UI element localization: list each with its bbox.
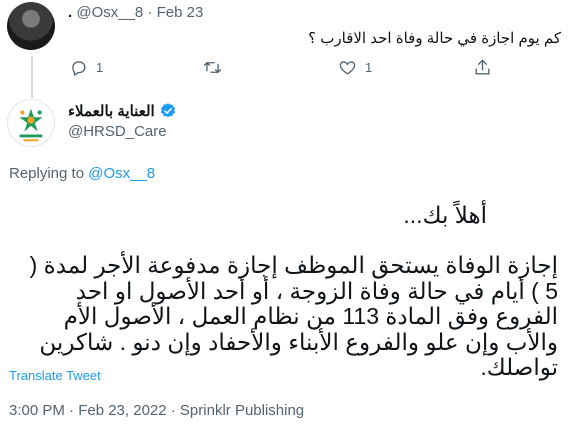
parent-tweet-text: كم يوم اجازة في حالة وفاة احد الاقارب ؟ <box>308 30 561 47</box>
parent-date[interactable]: Feb 23 <box>157 4 204 21</box>
reply-body-text: إجازة الوفاة يستحق الموظف إجازة مدفوعة ا… <box>29 252 558 380</box>
verified-badge-icon <box>160 103 175 118</box>
retweet-button[interactable] <box>203 58 222 77</box>
reply-count: 1 <box>96 60 104 75</box>
translate-tweet-link[interactable]: Translate Tweet <box>9 368 101 383</box>
reply-button[interactable]: 1 <box>69 58 103 77</box>
dot-separator: · <box>147 4 153 21</box>
avatar-hrsd-care[interactable] <box>7 99 55 147</box>
replying-handle-link[interactable]: @Osx__8 <box>88 165 155 182</box>
reply-greeting: أهلاً بك... <box>403 202 487 228</box>
parent-handle[interactable]: @Osx__8 <box>76 4 143 21</box>
share-button[interactable] <box>473 58 492 77</box>
parent-tweet-header: . @Osx__8 · Feb 23 <box>68 4 203 21</box>
replying-label: Replying to <box>9 165 85 182</box>
parent-display-name[interactable]: . <box>68 4 72 21</box>
reply-icon <box>72 61 86 76</box>
like-button[interactable]: 1 <box>338 58 372 77</box>
parent-tweet-actions: 1 1 <box>0 58 579 78</box>
avatar-osx[interactable] <box>7 2 55 50</box>
tweet-timestamp[interactable]: 3:00 PM · Feb 23, 2022 · Sprinklr Publis… <box>9 402 304 419</box>
replying-to-line: Replying to @Osx__8 <box>9 165 155 182</box>
reply-display-name-row: العناية بالعملاء <box>68 102 177 120</box>
like-icon <box>339 61 356 75</box>
retweet-icon <box>203 62 222 73</box>
reply-display-name[interactable]: العناية بالعملاء <box>68 102 155 120</box>
share-icon <box>475 59 490 75</box>
hrsd-logo-icon <box>19 108 43 142</box>
reply-handle[interactable]: @HRSD_Care <box>68 123 167 140</box>
like-count: 1 <box>365 60 373 75</box>
